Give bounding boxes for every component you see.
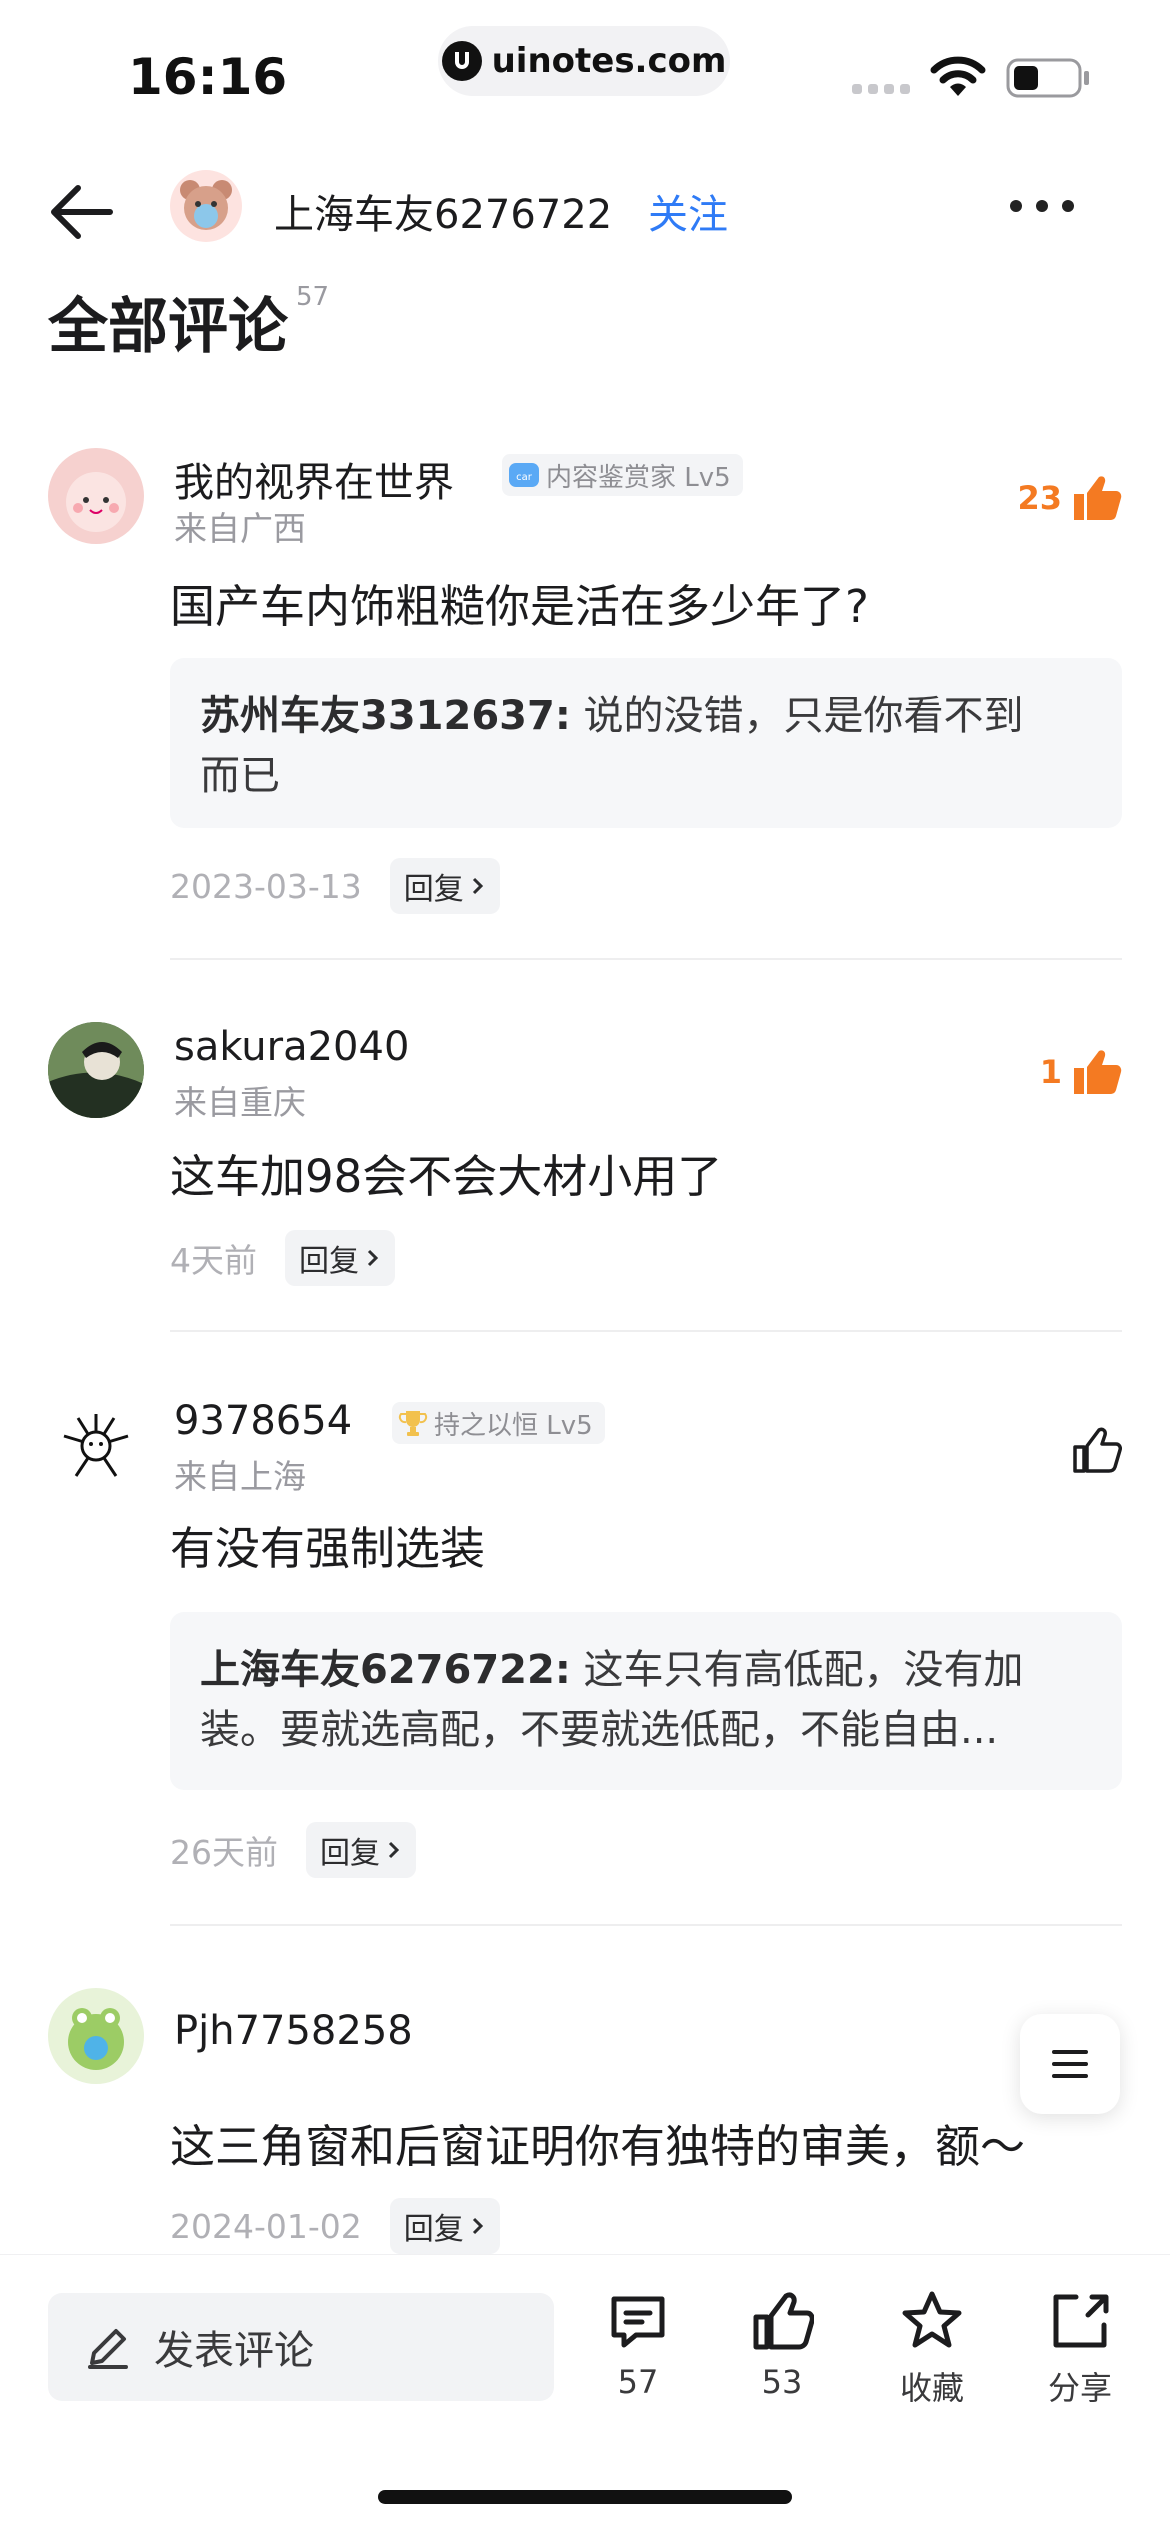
comment-bubble-icon [611,2296,665,2348]
comment-date: 2023-03-13 [170,866,362,906]
trophy-icon [398,1411,428,1436]
follow-button[interactable]: 关注 [648,182,728,240]
comment-date: 26天前 [170,1833,278,1872]
commenter-name[interactable]: sakura2040 [174,1024,409,1070]
reply-author: 苏州车友3312637: [200,693,571,739]
reply-text-cont: 装。要就选高配，不要就选低配，不能自由... [200,1707,999,1753]
car-badge-icon: car [509,463,539,487]
reply-button-label: 回复 [299,1244,359,1279]
thumbs-up-filled-icon [1074,476,1122,520]
comment-text[interactable]: 有没有强制选装 [170,1512,485,1577]
floating-list-button[interactable] [1020,2014,1120,2114]
comment-meta: 26天前 回复 [170,1822,416,1878]
star-icon [902,2291,962,2348]
chevron-right-icon [472,2217,483,2235]
chevron-right-icon [388,1841,400,1859]
user-badge: car 内容鉴赏家 Lv5 [502,454,743,496]
status-time: 16:16 [128,48,288,106]
divider [170,1924,1122,1926]
commenter-avatar[interactable] [48,1022,144,1118]
divider [170,1330,1122,1332]
site-logo-icon [441,41,482,81]
reply-text: 这车只有高低配，没有加 [570,1647,1024,1693]
comment-count-button[interactable]: 57 [588,2289,688,2401]
commenter-name[interactable]: 9378654 [174,1398,352,1444]
reply-text-cont: 而已 [200,753,280,799]
like-count: 23 [1017,479,1062,517]
reply-button[interactable]: 回复 [389,858,500,914]
user-badge-text: 内容鉴赏家 Lv5 [546,462,731,493]
comment-count: 57 [617,2363,659,2401]
reply-button[interactable]: 回复 [285,1230,395,1286]
like-count-button[interactable]: 53 [732,2289,832,2401]
reply-preview[interactable]: 上海车友6276722: 这车只有高低配，没有加 装。要就选高配，不要就选低配，… [170,1612,1122,1790]
home-indicator[interactable] [378,2490,792,2504]
comments-section-title: 全部评论 [48,292,288,362]
comment-date: 2024-01-02 [170,2206,362,2246]
commenter-location: 来自上海 [174,1457,306,1496]
thumbs-up-outline-icon [753,2292,815,2350]
back-arrow-icon[interactable] [44,180,118,244]
reply-button-label: 回复 [320,1836,380,1871]
like-button[interactable]: 1 [1040,1048,1122,1096]
comments-section-count: 57 [296,282,330,312]
chevron-right-icon [472,877,483,895]
comment-text[interactable]: 国产车内饰粗糙你是活在多少年了? [170,570,869,635]
reply-text: 说的没错，只是你看不到 [570,693,1024,739]
thumbs-up-outline-icon [1073,1427,1122,1473]
wifi-icon [930,56,986,96]
comment-input[interactable]: 发表评论 [48,2293,554,2401]
url-text: uinotes.com [491,41,727,81]
commenter-name[interactable]: Pjh7758258 [174,2008,413,2054]
more-options-icon[interactable] [1010,200,1074,212]
user-badge-text: 持之以恒 Lv5 [434,1410,593,1441]
like-total: 53 [761,2363,803,2401]
commenter-avatar[interactable] [48,448,144,544]
pencil-icon [88,2329,128,2369]
author-name[interactable]: 上海车友6276722 [274,182,612,240]
commenter-avatar[interactable] [48,1396,144,1492]
comment-text[interactable]: 这车加98会不会大材小用了 [170,1140,722,1205]
comment-meta: 2023-03-13 回复 [170,858,500,914]
reply-author: 上海车友6276722: [200,1647,571,1693]
like-button[interactable]: 23 [1017,474,1122,522]
reply-preview[interactable]: 苏州车友3312637: 说的没错，只是你看不到 而已 [170,658,1122,828]
like-count: 1 [1039,1053,1062,1091]
url-pill[interactable]: uinotes.com [438,26,730,96]
battery-icon [1006,58,1089,98]
chevron-right-icon [367,1249,379,1267]
share-button[interactable]: 分享 [1030,2289,1130,2409]
collect-label: 收藏 [899,2369,964,2407]
cellular-signal-icon [852,84,910,94]
commenter-location: 来自广西 [174,509,306,548]
share-icon [1053,2294,1109,2348]
comment-meta: 4天前 回复 [170,1230,395,1286]
commenter-name[interactable]: 我的视界在世界 [174,450,454,508]
comment-text[interactable]: 这三角窗和后窗证明你有独特的审美，额～ [170,2110,1025,2175]
reply-button-label: 回复 [403,872,464,907]
comment-meta: 2024-01-02 回复 [170,2198,500,2254]
commenter-avatar[interactable] [48,1988,144,2084]
author-avatar[interactable] [170,170,242,242]
reply-button-label: 回复 [403,2212,464,2247]
collect-button[interactable]: 收藏 [882,2289,982,2409]
share-label: 分享 [1047,2369,1112,2407]
like-button[interactable] [1072,1426,1122,1474]
svg-text:car: car [516,472,533,483]
status-bar: 16:16 uinotes.com [0,0,1170,140]
reply-button[interactable]: 回复 [389,2198,500,2254]
comment-date: 4天前 [170,1241,257,1280]
header: 上海车友6276722 关注 [0,160,1170,260]
comment-input-placeholder: 发表评论 [154,2328,314,2374]
divider [170,958,1122,960]
thumbs-up-filled-icon [1074,1050,1122,1094]
commenter-location: 来自重庆 [174,1083,306,1122]
list-icon [1052,2050,1088,2078]
user-badge: 持之以恒 Lv5 [392,1402,605,1444]
reply-button[interactable]: 回复 [306,1822,416,1878]
